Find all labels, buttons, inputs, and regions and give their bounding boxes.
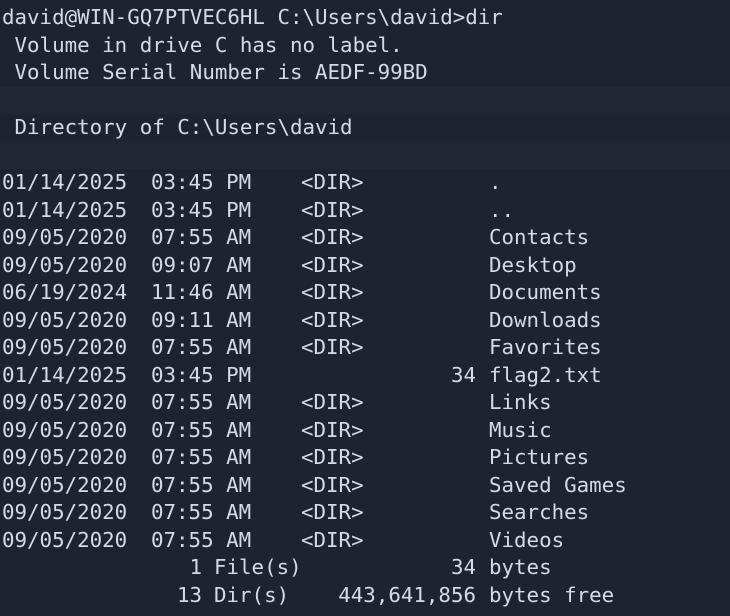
entry-time: 07:55 AM [151, 500, 252, 524]
entry-name: Searches [489, 500, 590, 524]
entry-name: Music [489, 417, 552, 442]
entry-type: <DIR> [301, 527, 364, 552]
entry-name: Desktop [489, 252, 577, 277]
entry-size: 34 [450, 362, 476, 387]
files-summary-line: 1 File(s) 34 bytes [0, 554, 730, 582]
entry-name: . [489, 170, 502, 194]
entry-type: <DIR> [301, 307, 364, 332]
entry-date: 09/05/2020 [2, 307, 128, 332]
entry-type: <DIR> [301, 197, 364, 222]
entry-type: <DIR> [301, 417, 364, 442]
entry-date: 09/05/2020 [2, 500, 128, 524]
directory-entry-row: 01/14/2025 03:45 PM 34 flag2.txt [0, 362, 730, 390]
entry-name: Downloads [489, 307, 602, 332]
entry-time: 11:46 AM [151, 280, 252, 304]
entry-time: 07:55 AM [151, 527, 252, 552]
directory-entry-row: 09/05/2020 07:55 AM <DIR> Saved Games [0, 472, 730, 500]
directory-entry-row: 01/14/2025 03:45 PM <DIR>. [0, 169, 730, 197]
files-count: 1 [189, 555, 202, 579]
entry-time: 07:55 AM [151, 335, 252, 359]
entry-date: 09/05/2020 [2, 417, 128, 442]
entry-type: <DIR> [301, 335, 364, 359]
entry-name: Favorites [489, 335, 602, 359]
dirs-unit: bytes free [489, 582, 615, 607]
command-prompt-line: david@WIN-GQ7PTVEC6HL C:\Users\david>dir [2, 5, 503, 29]
dirs-summary-line: 13 Dir(s) 443,641,856 bytes free [0, 582, 730, 610]
entry-date: 09/05/2020 [2, 225, 128, 249]
dirs-count: 13 [176, 582, 202, 607]
entry-date: 09/05/2020 [2, 472, 128, 497]
entry-name: .. [489, 197, 515, 222]
entry-date: 01/14/2025 [2, 362, 128, 387]
directory-entry-row: 09/05/2020 07:55 AM <DIR> Favorites [0, 334, 730, 362]
files-unit: bytes [489, 555, 552, 579]
directory-entry-row: 09/05/2020 07:55 AM <DIR> Pictures [0, 444, 730, 472]
entry-date: 09/05/2020 [2, 445, 128, 469]
entry-date: 01/14/2025 [2, 197, 128, 222]
directory-entry-row: 09/05/2020 09:07 AM <DIR> Desktop [0, 252, 730, 280]
directory-entry-row: 09/05/2020 07:55 AM <DIR> Music [0, 417, 730, 445]
entry-type: <DIR> [301, 252, 364, 277]
entry-time: 07:55 AM [151, 417, 252, 442]
terminal-window[interactable]: david@WIN-GQ7PTVEC6HL C:\Users\david>dir… [0, 0, 730, 616]
entry-time: 03:45 PM [151, 362, 252, 387]
entry-name: flag2.txt [489, 362, 602, 387]
directory-entry-row: 09/05/2020 07:55 AM <DIR> Contacts [0, 224, 730, 252]
directory-entry-row: 09/05/2020 07:55 AM <DIR> Searches [0, 499, 730, 527]
dirs-bytes: 443,641,856 [338, 582, 476, 607]
entry-type: <DIR> [301, 445, 364, 469]
entry-date: 09/05/2020 [2, 527, 128, 552]
blank-line [0, 86, 730, 114]
entry-date: 09/05/2020 [2, 390, 128, 414]
entry-name: Documents [489, 280, 602, 304]
directory-entry-row: 01/14/2025 03:45 PM <DIR>.. [0, 197, 730, 225]
entry-name: Links [489, 390, 552, 414]
volume-label-line: Volume in drive C has no label. [2, 32, 403, 57]
entry-date: 01/14/2025 [2, 170, 128, 194]
entry-name: Saved Games [489, 472, 627, 497]
entry-name: Contacts [489, 225, 590, 249]
entry-time: 03:45 PM [151, 170, 252, 194]
entry-date: 09/05/2020 [2, 252, 128, 277]
entry-type: <DIR> [301, 225, 364, 249]
entry-type: <DIR> [301, 472, 364, 497]
entry-time: 09:07 AM [151, 252, 252, 277]
entry-date: 06/19/2024 [2, 280, 128, 304]
entry-name: Pictures [489, 445, 590, 469]
volume-serial-line: Volume Serial Number is AEDF-99BD [2, 60, 428, 84]
directory-listing: 01/14/2025 03:45 PM <DIR>. 01/14/2025 03:45 … [0, 169, 730, 554]
entry-date: 09/05/2020 [2, 335, 128, 359]
entry-time: 09:11 AM [151, 307, 252, 332]
entry-time: 07:55 AM [151, 225, 252, 249]
entry-type: <DIR> [301, 170, 364, 194]
entry-time: 03:45 PM [151, 197, 252, 222]
directory-entry-row: 09/05/2020 07:55 AM <DIR> Links [0, 389, 730, 417]
directory-entry-row: 09/05/2020 09:11 AM <DIR> Downloads [0, 307, 730, 335]
blank-line [0, 141, 730, 169]
directory-entry-row: 06/19/2024 11:46 AM <DIR> Documents [0, 279, 730, 307]
entry-type: <DIR> [301, 390, 364, 414]
files-bytes: 34 [450, 555, 476, 579]
entry-time: 07:55 AM [151, 390, 252, 414]
entry-name: Videos [489, 527, 565, 552]
directory-of-line: Directory of C:\Users\david [2, 115, 353, 139]
directory-entry-row: 09/05/2020 07:55 AM <DIR> Videos [0, 527, 730, 555]
entry-type: <DIR> [301, 500, 364, 524]
entry-type: <DIR> [301, 280, 364, 304]
entry-time: 07:55 AM [151, 445, 252, 469]
entry-time: 07:55 AM [151, 472, 252, 497]
